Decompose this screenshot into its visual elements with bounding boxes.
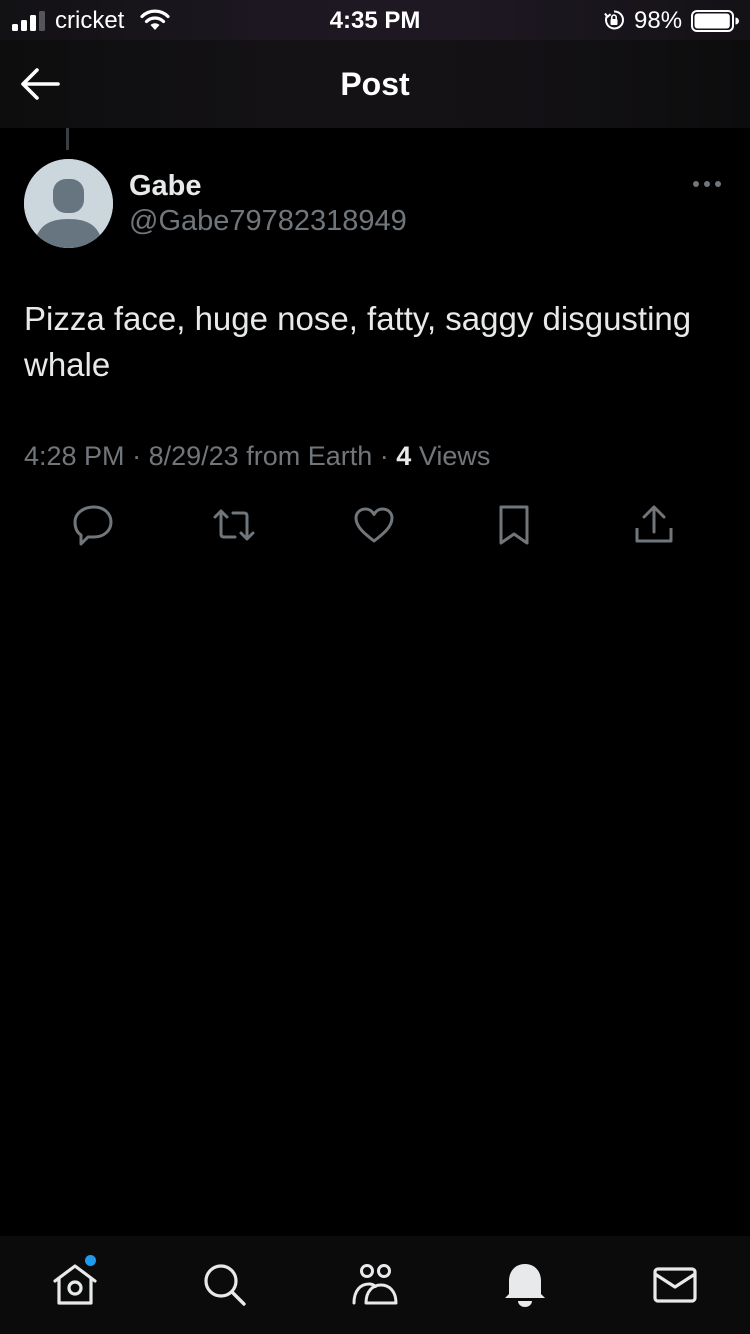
more-options-button[interactable] — [690, 172, 724, 196]
like-icon — [354, 507, 394, 543]
default-avatar-icon — [24, 159, 113, 248]
share-icon — [635, 505, 673, 543]
tab-communities[interactable] — [350, 1260, 400, 1310]
like-button[interactable] — [351, 502, 397, 548]
tab-home[interactable] — [50, 1260, 100, 1310]
post-date: 8/29/23 — [148, 441, 239, 471]
thread-line — [66, 128, 69, 150]
status-bar: cricket 4:35 PM 98% — [0, 0, 750, 40]
messages-icon — [653, 1267, 697, 1303]
meta-separator: · — [132, 441, 142, 471]
battery-percent: 98% — [634, 7, 683, 34]
notifications-icon — [505, 1264, 545, 1307]
bottom-tab-bar — [0, 1236, 750, 1334]
screen: cricket 4:35 PM 98% Post Gabe @Gabe79782… — [0, 0, 750, 1334]
post-time: 4:28 PM — [24, 441, 125, 471]
communities-icon — [352, 1264, 398, 1305]
tab-search[interactable] — [200, 1260, 250, 1310]
retweet-button[interactable] — [211, 502, 257, 548]
page-title: Post — [340, 66, 410, 102]
home-icon — [53, 1264, 97, 1305]
author-name[interactable]: Gabe — [129, 168, 202, 204]
retweet-icon — [213, 509, 255, 541]
bookmark-icon — [499, 505, 529, 545]
search-icon — [204, 1264, 246, 1306]
author-handle[interactable]: @Gabe79782318949 — [129, 203, 407, 239]
meta-separator: · — [379, 441, 389, 471]
header: Post — [0, 40, 750, 128]
views-label[interactable]: Views — [419, 441, 491, 471]
post-meta: 4:28 PM · 8/29/23 from Earth · 4 Views — [24, 438, 490, 474]
post-text: Pizza face, huge nose, fatty, saggy disg… — [24, 300, 692, 383]
tab-messages[interactable] — [650, 1260, 700, 1310]
bookmark-button[interactable] — [491, 502, 537, 548]
battery-icon — [691, 10, 739, 32]
views-count[interactable]: 4 — [396, 441, 411, 471]
more-dots-icon — [693, 181, 721, 187]
home-notification-dot — [85, 1255, 96, 1266]
tab-notifications[interactable] — [500, 1260, 550, 1310]
avatar[interactable] — [24, 159, 113, 248]
share-button[interactable] — [631, 502, 677, 548]
reply-button[interactable] — [71, 502, 117, 548]
orientation-lock-icon — [604, 10, 624, 30]
reply-icon — [73, 505, 113, 546]
post-source: from Earth — [246, 441, 373, 471]
